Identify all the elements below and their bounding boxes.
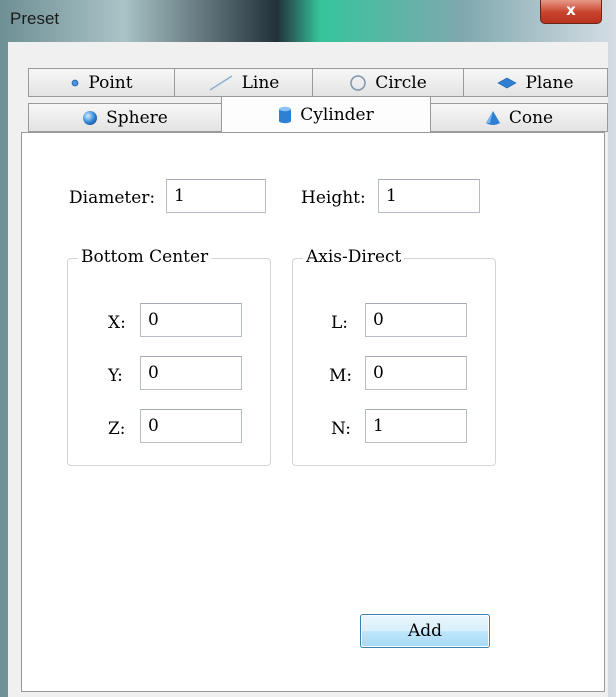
tab-cylinder-label: Cylinder <box>300 104 374 125</box>
tab-plane-label: Plane <box>525 72 574 93</box>
circle-icon <box>350 74 366 91</box>
plane-icon <box>497 77 518 88</box>
diameter-label: Diameter: <box>69 188 156 208</box>
bottom-center-title: Bottom Center <box>78 247 212 267</box>
l-input[interactable] <box>365 303 467 337</box>
tab-sphere[interactable]: Sphere <box>28 103 222 132</box>
y-input[interactable] <box>140 356 242 390</box>
cone-icon <box>485 110 500 125</box>
tab-line[interactable]: Line <box>174 68 313 97</box>
l-label: L: <box>331 313 349 333</box>
tab-plane[interactable]: Plane <box>463 68 608 97</box>
tab-cone[interactable]: Cone <box>430 103 608 132</box>
tab-cylinder[interactable]: Cylinder <box>221 96 431 132</box>
shape-tabs: Point Line Circle Plane Sphere Cylinder … <box>8 42 608 138</box>
point-icon <box>71 79 79 86</box>
title-bar[interactable]: Preset x <box>0 0 616 42</box>
tab-point-label: Point <box>88 72 133 93</box>
preset-window: Preset x Point Line Circle Plane Sphere … <box>0 0 616 697</box>
tab-circle[interactable]: Circle <box>312 68 464 97</box>
window-title: Preset <box>10 9 60 28</box>
dialog-client-area: Point Line Circle Plane Sphere Cylinder … <box>8 42 608 697</box>
axis-direct-group: Axis-Direct L: M: N: <box>292 247 496 466</box>
tab-cone-label: Cone <box>508 107 554 128</box>
z-label: Z: <box>108 419 126 439</box>
n-input[interactable] <box>365 409 467 443</box>
x-input[interactable] <box>140 303 242 337</box>
tab-sphere-label: Sphere <box>106 107 168 128</box>
m-input[interactable] <box>365 356 467 390</box>
diameter-input[interactable] <box>166 179 266 213</box>
height-label: Height: <box>301 188 366 208</box>
cylinder-panel: Diameter: Height: Bottom Center X: Y: Z:… <box>21 132 605 692</box>
line-icon <box>209 74 233 91</box>
sphere-icon <box>83 110 98 125</box>
add-button[interactable]: Add <box>360 614 490 648</box>
cylinder-icon <box>279 106 292 123</box>
m-label: M: <box>329 366 353 386</box>
tab-circle-label: Circle <box>375 72 427 93</box>
x-label: X: <box>108 313 126 333</box>
axis-direct-title: Axis-Direct <box>303 247 405 267</box>
n-label: N: <box>331 419 351 439</box>
tab-point[interactable]: Point <box>28 68 175 97</box>
y-label: Y: <box>108 366 123 386</box>
bottom-center-group: Bottom Center X: Y: Z: <box>67 247 271 466</box>
tab-line-label: Line <box>241 72 280 93</box>
z-input[interactable] <box>140 409 242 443</box>
close-button[interactable]: x <box>540 0 602 24</box>
height-input[interactable] <box>378 179 480 213</box>
